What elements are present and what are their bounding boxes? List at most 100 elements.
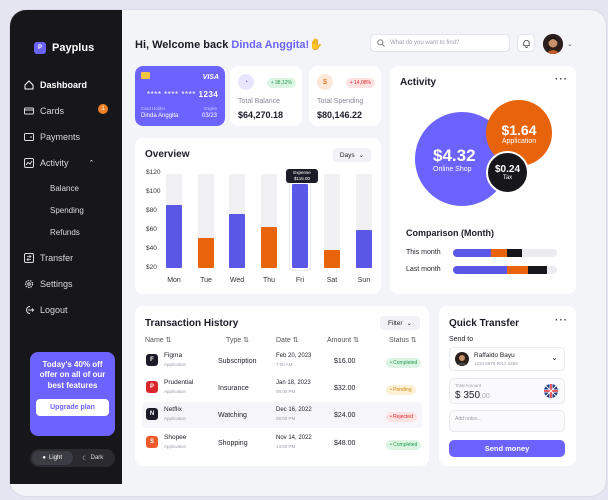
header-label: Type	[226, 337, 242, 344]
theme-light-button[interactable]: ● Light	[32, 451, 73, 465]
header-label: Amount	[327, 337, 352, 344]
sidebar-item-label: Logout	[40, 305, 68, 315]
column-header-status[interactable]: Status ⇅	[389, 336, 417, 344]
theme-toggle: ● Light ☾ Dark	[30, 449, 115, 467]
status-badge: • Completed	[386, 358, 422, 368]
sort-icon: ⇅	[165, 337, 172, 344]
merchant-name: Shopee	[164, 434, 187, 441]
transaction-amount: $32.00	[334, 385, 356, 392]
card-holder: Dinda Anggita	[141, 113, 179, 119]
card-number-masked: **** **** ****	[147, 90, 196, 99]
sidebar-item-label: Payments	[40, 132, 81, 142]
days-dropdown[interactable]: Days ⌄	[333, 148, 371, 162]
search-icon	[377, 39, 385, 47]
sidebar-item-logout[interactable]: Logout	[24, 305, 68, 315]
amount-whole: 350	[463, 390, 481, 401]
bell-icon	[522, 39, 530, 48]
transaction-amount: $16.00	[334, 358, 356, 365]
search-input[interactable]: What do you want to find?	[370, 34, 510, 52]
transaction-date: Jan 18, 2023	[276, 380, 311, 386]
balance-change-badge: + 38,12%	[266, 78, 296, 88]
sort-icon: ⇅	[243, 337, 250, 344]
bar-sun[interactable]	[356, 230, 372, 268]
chart-tooltip: Expense $115.00	[286, 169, 318, 183]
wallet-icon	[24, 133, 34, 141]
chevron-down-icon[interactable]: ⌄	[567, 40, 573, 48]
column-header-amount[interactable]: Amount ⇅	[327, 336, 359, 344]
column-header-type[interactable]: Type ⇅	[226, 336, 249, 344]
sidebar-item-payments[interactable]: Payments	[24, 132, 80, 142]
bar-wed[interactable]	[229, 214, 245, 268]
header-label: Date	[276, 337, 291, 344]
bar-tue[interactable]	[198, 237, 214, 268]
chevron-up-icon[interactable]: ⌃	[89, 159, 95, 167]
avatar[interactable]	[543, 34, 563, 54]
filter-button[interactable]: Filter ⌄	[380, 316, 420, 330]
app-name: Payplus	[52, 42, 95, 54]
y-tick-label: $100	[146, 188, 161, 195]
send-money-button[interactable]: Send money	[449, 440, 565, 457]
amount-label: Total Amount	[455, 383, 482, 388]
wave-icon: ✋	[309, 39, 323, 51]
recipient-select[interactable]: Raffaldo Bayu 1234 5678 9012 3456 ⌄	[449, 347, 565, 371]
bar-thu[interactable]	[261, 226, 277, 268]
bar-sat[interactable]	[324, 250, 340, 268]
transfer-icon	[24, 253, 34, 263]
this-month-seg-c	[507, 249, 522, 257]
column-header-name[interactable]: Name ⇅	[145, 336, 172, 344]
balance-icon: ◔	[238, 74, 254, 90]
this-month-bar	[453, 249, 557, 257]
transaction-time: 14:00 PM	[276, 444, 296, 449]
tax-circle: $0.24 Tax	[486, 151, 529, 194]
more-icon[interactable]: ···	[555, 74, 568, 85]
user-name: Dinda Anggita!	[231, 39, 310, 51]
more-icon[interactable]: ···	[555, 315, 568, 326]
bar-mon[interactable]	[166, 205, 182, 268]
card-expire: 03/23	[201, 113, 217, 119]
upgrade-plan-button[interactable]: Upgrade plan	[36, 399, 109, 417]
column-header-date[interactable]: Date ⇅	[276, 336, 299, 344]
card-chip-icon	[141, 72, 150, 79]
status-badge: • Pending	[386, 385, 416, 395]
amount-value: $ 350,00	[455, 390, 490, 401]
bar-fri[interactable]	[290, 182, 310, 270]
sidebar-item-transfer[interactable]: Transfer	[24, 253, 73, 263]
theme-dark-button[interactable]: ☾ Dark	[73, 451, 114, 465]
sidebar-item-dashboard[interactable]: Dashboard	[24, 80, 87, 90]
y-tick-label: $40	[146, 245, 157, 252]
x-tick-label: Sat	[326, 277, 338, 284]
notes-input[interactable]: Add notes...	[449, 410, 565, 432]
amount-currency: $	[455, 390, 461, 401]
card-holder-label: Card Holder	[141, 106, 166, 111]
sidebar-item-label: Dashboard	[40, 80, 88, 90]
sidebar-subitem-balance[interactable]: Balance	[50, 184, 79, 193]
sun-icon: ●	[42, 455, 47, 461]
transaction-amount: $48.00	[334, 440, 356, 447]
sidebar-item-cards[interactable]: Cards	[24, 106, 64, 116]
transaction-time: 7:00 AM	[276, 362, 293, 367]
user-avatar-icon	[543, 34, 563, 54]
amount-field[interactable]: Total Amount $ 350,00	[449, 378, 565, 404]
app-logo[interactable]: P Payplus	[34, 42, 94, 54]
card-number-last: 1234	[198, 90, 219, 99]
days-label: Days	[339, 151, 355, 159]
transaction-type: Subscription	[218, 358, 257, 365]
merchant-logo-icon: S	[146, 436, 158, 448]
header-label: Name	[145, 337, 164, 344]
sidebar-item-activity[interactable]: Activity ⌃	[24, 158, 94, 168]
uk-flag-icon[interactable]	[544, 384, 558, 398]
x-tick-label: Thu	[262, 277, 276, 284]
send-to-label: Send to	[449, 336, 474, 343]
total-spending-card: $ + 14,08% Total Spending $80,146.22	[309, 66, 381, 126]
credit-card[interactable]: VISA **** **** **** 1234 Card Holder Din…	[135, 66, 225, 126]
chevron-down-icon: ⌄	[358, 152, 365, 159]
promo-banner: Today's 40% off offer on all of our best…	[30, 352, 115, 436]
notification-button[interactable]	[517, 34, 535, 52]
sidebar-subitem-refunds[interactable]: Refunds	[50, 228, 80, 237]
balance-value: $64,270.18	[238, 110, 284, 120]
y-tick-label: $60	[146, 226, 157, 233]
sidebar-subitem-spending[interactable]: Spending	[50, 206, 84, 215]
transactions-title: Transaction History	[145, 318, 239, 329]
sidebar-item-settings[interactable]: Settings	[24, 279, 73, 289]
sort-icon: ⇅	[410, 337, 417, 344]
